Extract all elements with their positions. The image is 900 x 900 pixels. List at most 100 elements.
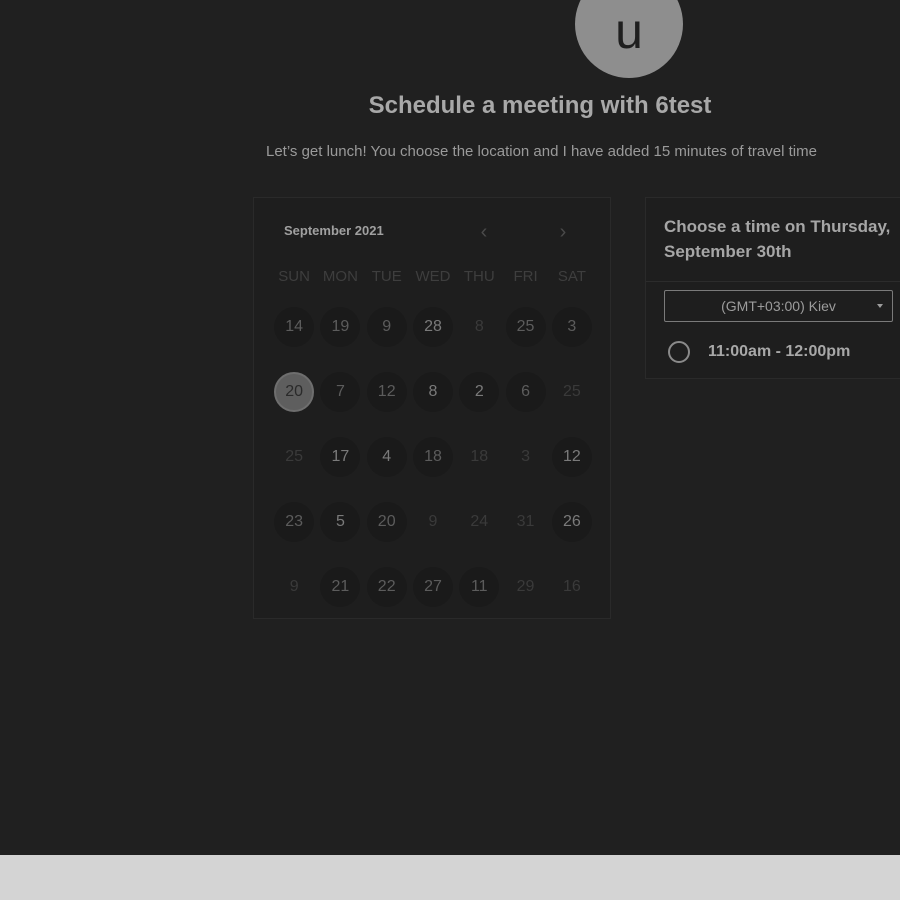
day-cell: 6	[502, 372, 548, 437]
time-heading-line: Choose a time on Thursday,	[664, 217, 891, 236]
day-cell: 25	[549, 372, 595, 437]
calendar-day-grid: 14 19 9 28 8 25 3 20 7 12 8 2 6 25 25 17 4 18 18 3 12 23 5 20 9 2…	[271, 307, 595, 632]
time-panel-heading: Choose a time on Thursday, September 30t…	[664, 214, 900, 264]
calendar-day[interactable]: 28	[412, 307, 453, 347]
footer-bar	[0, 855, 900, 900]
calendar-day[interactable]: 4	[366, 437, 407, 477]
day-cell: 4	[364, 437, 410, 502]
calendar-day[interactable]: 19	[320, 307, 361, 347]
day-cell: 9	[410, 502, 456, 567]
calendar-day[interactable]: 23	[274, 502, 315, 542]
day-cell: 8	[456, 307, 502, 372]
day-cell: 9	[271, 567, 317, 632]
calendar-day: 25	[562, 383, 581, 400]
radio-button[interactable]	[668, 341, 690, 363]
day-cell: 9	[364, 307, 410, 372]
avatar: u	[575, 0, 683, 78]
calendar-day: 25	[285, 448, 304, 465]
calendar-day[interactable]: 17	[320, 437, 361, 477]
chevron-left-icon[interactable]: ‹	[472, 220, 496, 244]
day-cell: 23	[271, 502, 317, 567]
timezone-select[interactable]: (GMT+03:00) Kiev	[664, 290, 893, 322]
time-slot-label: 11:00am - 12:00pm	[708, 343, 851, 360]
calendar-day: 18	[470, 448, 489, 465]
meeting-description: Let’s get lunch! You choose the location…	[266, 143, 817, 160]
weekday-label: FRI	[513, 268, 538, 285]
weekday-label: THU	[463, 268, 495, 285]
weekday-label: TUE	[371, 268, 402, 285]
divider	[646, 281, 900, 282]
calendar-day[interactable]: 26	[551, 502, 592, 542]
page: u Schedule a meeting with 6test Let’s ge…	[0, 0, 900, 900]
timezone-value: (GMT+03:00) Kiev	[721, 298, 836, 314]
day-cell: 29	[502, 567, 548, 632]
day-cell: 25	[271, 437, 317, 502]
weekday-label: MON	[322, 268, 358, 285]
calendar-day[interactable]: 12	[551, 437, 592, 477]
calendar-day: 31	[516, 513, 535, 530]
calendar-day: 3	[521, 448, 531, 465]
calendar-day[interactable]: 5	[320, 502, 361, 542]
day-cell: 18	[410, 437, 456, 502]
calendar-day[interactable]: 18	[412, 437, 453, 477]
day-cell: 12	[364, 372, 410, 437]
time-slot-option[interactable]: 11:00am - 12:00pm	[668, 341, 850, 363]
avatar-initial: u	[615, 3, 643, 59]
calendar-day[interactable]: 14	[274, 307, 315, 347]
day-cell: 3	[502, 437, 548, 502]
calendar-day: 16	[562, 578, 581, 595]
day-cell: 5	[317, 502, 363, 567]
chevron-right-icon[interactable]: ›	[551, 220, 575, 244]
day-cell: 21	[317, 567, 363, 632]
calendar-day: 8	[474, 318, 484, 335]
day-cell: 12	[549, 437, 595, 502]
calendar-day: 24	[470, 513, 489, 530]
calendar-day[interactable]: 7	[320, 372, 361, 412]
calendar-day[interactable]: 22	[366, 567, 407, 607]
day-cell: 17	[317, 437, 363, 502]
calendar-day[interactable]: 8	[412, 372, 453, 412]
caret-down-icon	[877, 304, 883, 308]
calendar-day: 9	[428, 513, 438, 530]
day-cell: 14	[271, 307, 317, 372]
day-cell: 25	[502, 307, 548, 372]
day-cell: 2	[456, 372, 502, 437]
day-cell: 31	[502, 502, 548, 567]
day-cell: 24	[456, 502, 502, 567]
calendar-day[interactable]: 6	[505, 372, 546, 412]
weekday-header-row: SUN MON TUE WED THU FRI SAT	[271, 268, 595, 285]
day-cell: 7	[317, 372, 363, 437]
day-cell: 27	[410, 567, 456, 632]
day-cell: 22	[364, 567, 410, 632]
calendar-day[interactable]: 27	[412, 567, 453, 607]
day-cell: 18	[456, 437, 502, 502]
time-heading-line: September 30th	[664, 242, 792, 261]
calendar-day: 29	[516, 578, 535, 595]
day-cell: 11	[456, 567, 502, 632]
calendar-month-label: September 2021	[284, 223, 384, 238]
calendar-day[interactable]: 2	[459, 372, 500, 412]
day-cell: 19	[317, 307, 363, 372]
calendar-day[interactable]: 20	[366, 502, 407, 542]
calendar-day[interactable]: 25	[505, 307, 546, 347]
calendar-day[interactable]: 11	[459, 567, 500, 607]
day-cell: 20	[271, 372, 317, 437]
day-cell: 16	[549, 567, 595, 632]
weekday-label: WED	[415, 268, 451, 285]
day-cell: 20	[364, 502, 410, 567]
calendar-day[interactable]: 9	[366, 307, 407, 347]
day-cell: 3	[549, 307, 595, 372]
calendar-day-selected[interactable]: 20	[274, 372, 315, 412]
calendar-day[interactable]: 3	[551, 307, 592, 347]
page-title: Schedule a meeting with 6test	[368, 92, 712, 119]
day-cell: 8	[410, 372, 456, 437]
calendar-day: 9	[289, 578, 299, 595]
day-cell: 26	[549, 502, 595, 567]
calendar-day[interactable]: 12	[366, 372, 407, 412]
calendar-day[interactable]: 21	[320, 567, 361, 607]
day-cell: 28	[410, 307, 456, 372]
scheduler-overlay: u Schedule a meeting with 6test Let’s ge…	[0, 0, 900, 855]
weekday-label: SUN	[278, 268, 310, 285]
date-picker-calendar: September 2021 ‹ › SUN MON TUE WED THU F…	[253, 197, 611, 619]
weekday-label: SAT	[557, 268, 586, 285]
